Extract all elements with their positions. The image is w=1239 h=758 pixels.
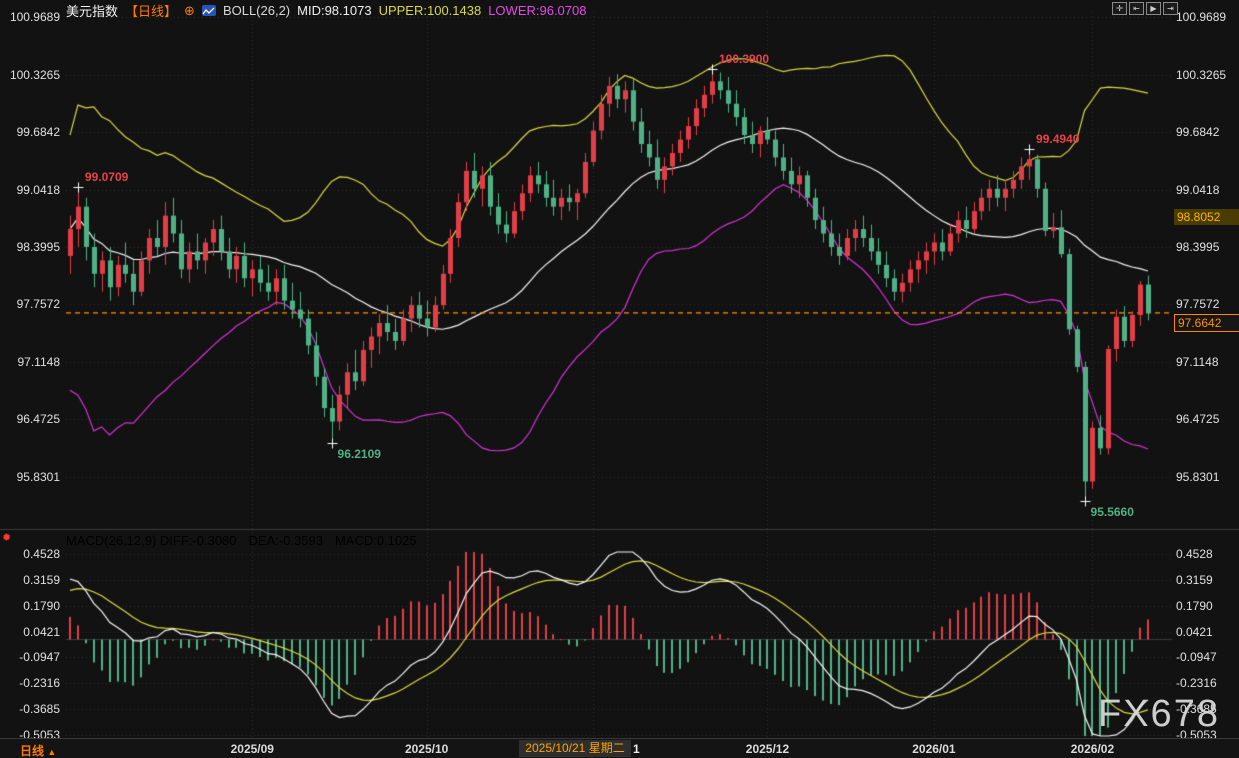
price-axis-label: 100.3265 <box>2 68 60 82</box>
chart-header: 美元指数 【日线】 ⊕ BOLL(26,2) MID:98.1073 UPPER… <box>66 1 586 20</box>
price-axis-label: 100.9689 <box>1176 10 1236 24</box>
price-axis-label: 100.3265 <box>1176 68 1236 82</box>
scale-left-icon[interactable]: ⇤ <box>1129 2 1144 15</box>
boll-mid-value: MID:98.1073 <box>297 3 371 18</box>
macd-axis-label: -0.2316 <box>1176 676 1236 690</box>
price-axis-label: 97.7572 <box>2 297 60 311</box>
covered-tick-remnant: 1 <box>633 742 640 756</box>
time-axis-tick: 2025/10 <box>382 742 472 756</box>
price-extreme-annotation: 95.5660 <box>1091 505 1134 519</box>
boll-lower-value: LOWER:96.0708 <box>488 3 586 18</box>
macd-axis-label: -0.3685 <box>2 702 60 716</box>
price-axis-label: 99.6842 <box>2 125 60 139</box>
price-extreme-annotation: 99.0709 <box>85 170 128 184</box>
macd-dea-value: DEA:-0.3593 <box>249 533 323 548</box>
price-axis-label: 97.7572 <box>1176 297 1236 311</box>
macd-axis-label: 0.1790 <box>2 599 60 613</box>
macd-axis-label: 0.0421 <box>2 625 60 639</box>
price-axis-label: 100.9689 <box>2 10 60 24</box>
price-axis-label: 97.1148 <box>2 355 60 369</box>
chart-window: 美元指数 【日线】 ⊕ BOLL(26,2) MID:98.1073 UPPER… <box>0 0 1239 758</box>
price-axis-label: 96.4725 <box>1176 412 1236 426</box>
macd-axis-label: -0.2316 <box>2 676 60 690</box>
period-selector[interactable]: 日线 ▲ <box>20 742 56 758</box>
period-label: 日线 <box>20 744 44 758</box>
time-axis-tick: 2025/12 <box>722 742 812 756</box>
macd-axis-label: 0.4528 <box>1176 547 1236 561</box>
price-axis-label: 99.0418 <box>2 183 60 197</box>
time-axis-bar: 日线 ▲ 2025/092025/102025/112025/122026/01… <box>0 738 1239 758</box>
chart-style-icon[interactable] <box>202 5 216 16</box>
time-axis-tick: 2025/09 <box>207 742 297 756</box>
watermark: FX678 <box>1098 693 1220 736</box>
price-extreme-annotation: 96.2109 <box>338 447 381 461</box>
last-price-marker: 97.6642 <box>1174 314 1239 332</box>
price-axis-label: 96.4725 <box>2 412 60 426</box>
macd-axis-label: 0.3159 <box>1176 573 1236 587</box>
macd-axis-label: 0.0421 <box>1176 625 1236 639</box>
symbol-title: 美元指数 <box>66 1 118 20</box>
price-extreme-annotation: 100.3900 <box>719 52 769 66</box>
chevron-up-icon: ▲ <box>47 747 56 757</box>
boll-upper-value: UPPER:100.1438 <box>379 3 482 18</box>
price-axis-label: 95.8301 <box>1176 470 1236 484</box>
chart-canvas[interactable] <box>0 0 1239 758</box>
macd-axis-label: 0.4528 <box>2 547 60 561</box>
macd-axis-label: 0.1790 <box>1176 599 1236 613</box>
macd-value: MACD:0.1025 <box>335 533 417 548</box>
time-axis-tick: 2026/02 <box>1047 742 1137 756</box>
macd-axis-label: -0.0947 <box>1176 650 1236 664</box>
macd-diff-value: MACD(26,12,9) DIFF:-0.3080 <box>66 533 237 548</box>
boll-indicator-label: BOLL(26,2) <box>223 3 290 18</box>
chart-toolbar: ✛ ⇤ ▶ ⇥ <box>1112 2 1178 15</box>
crosshair-price-marker: 98.8052 <box>1174 209 1239 225</box>
shift-right-icon[interactable]: ⇥ <box>1163 2 1178 15</box>
period-tag: 【日线】 <box>125 1 177 20</box>
crosshair-pan-icon[interactable]: ✛ <box>1112 2 1127 15</box>
auto-scroll-icon[interactable]: ▶ <box>1146 2 1161 15</box>
price-axis-label: 99.0418 <box>1176 183 1236 197</box>
price-axis-label: 99.6842 <box>1176 125 1236 139</box>
price-axis-label: 98.3995 <box>1176 240 1236 254</box>
price-axis-label: 97.1148 <box>1176 355 1236 369</box>
crosshair-date-marker: 2025/10/21 星期二 <box>519 740 631 757</box>
price-axis-label: 98.3995 <box>2 240 60 254</box>
macd-axis-label: 0.3159 <box>2 573 60 587</box>
price-extreme-annotation: 99.4940 <box>1036 132 1079 146</box>
add-indicator-icon[interactable]: ⊕ <box>184 3 195 19</box>
macd-header: MACD(26,12,9) DIFF:-0.3080 DEA:-0.3593 M… <box>66 533 417 548</box>
time-axis-tick: 2026/01 <box>889 742 979 756</box>
indicator-alert-icon[interactable]: ✹ <box>2 531 11 544</box>
macd-axis-label: -0.0947 <box>2 650 60 664</box>
price-axis-label: 95.8301 <box>2 470 60 484</box>
